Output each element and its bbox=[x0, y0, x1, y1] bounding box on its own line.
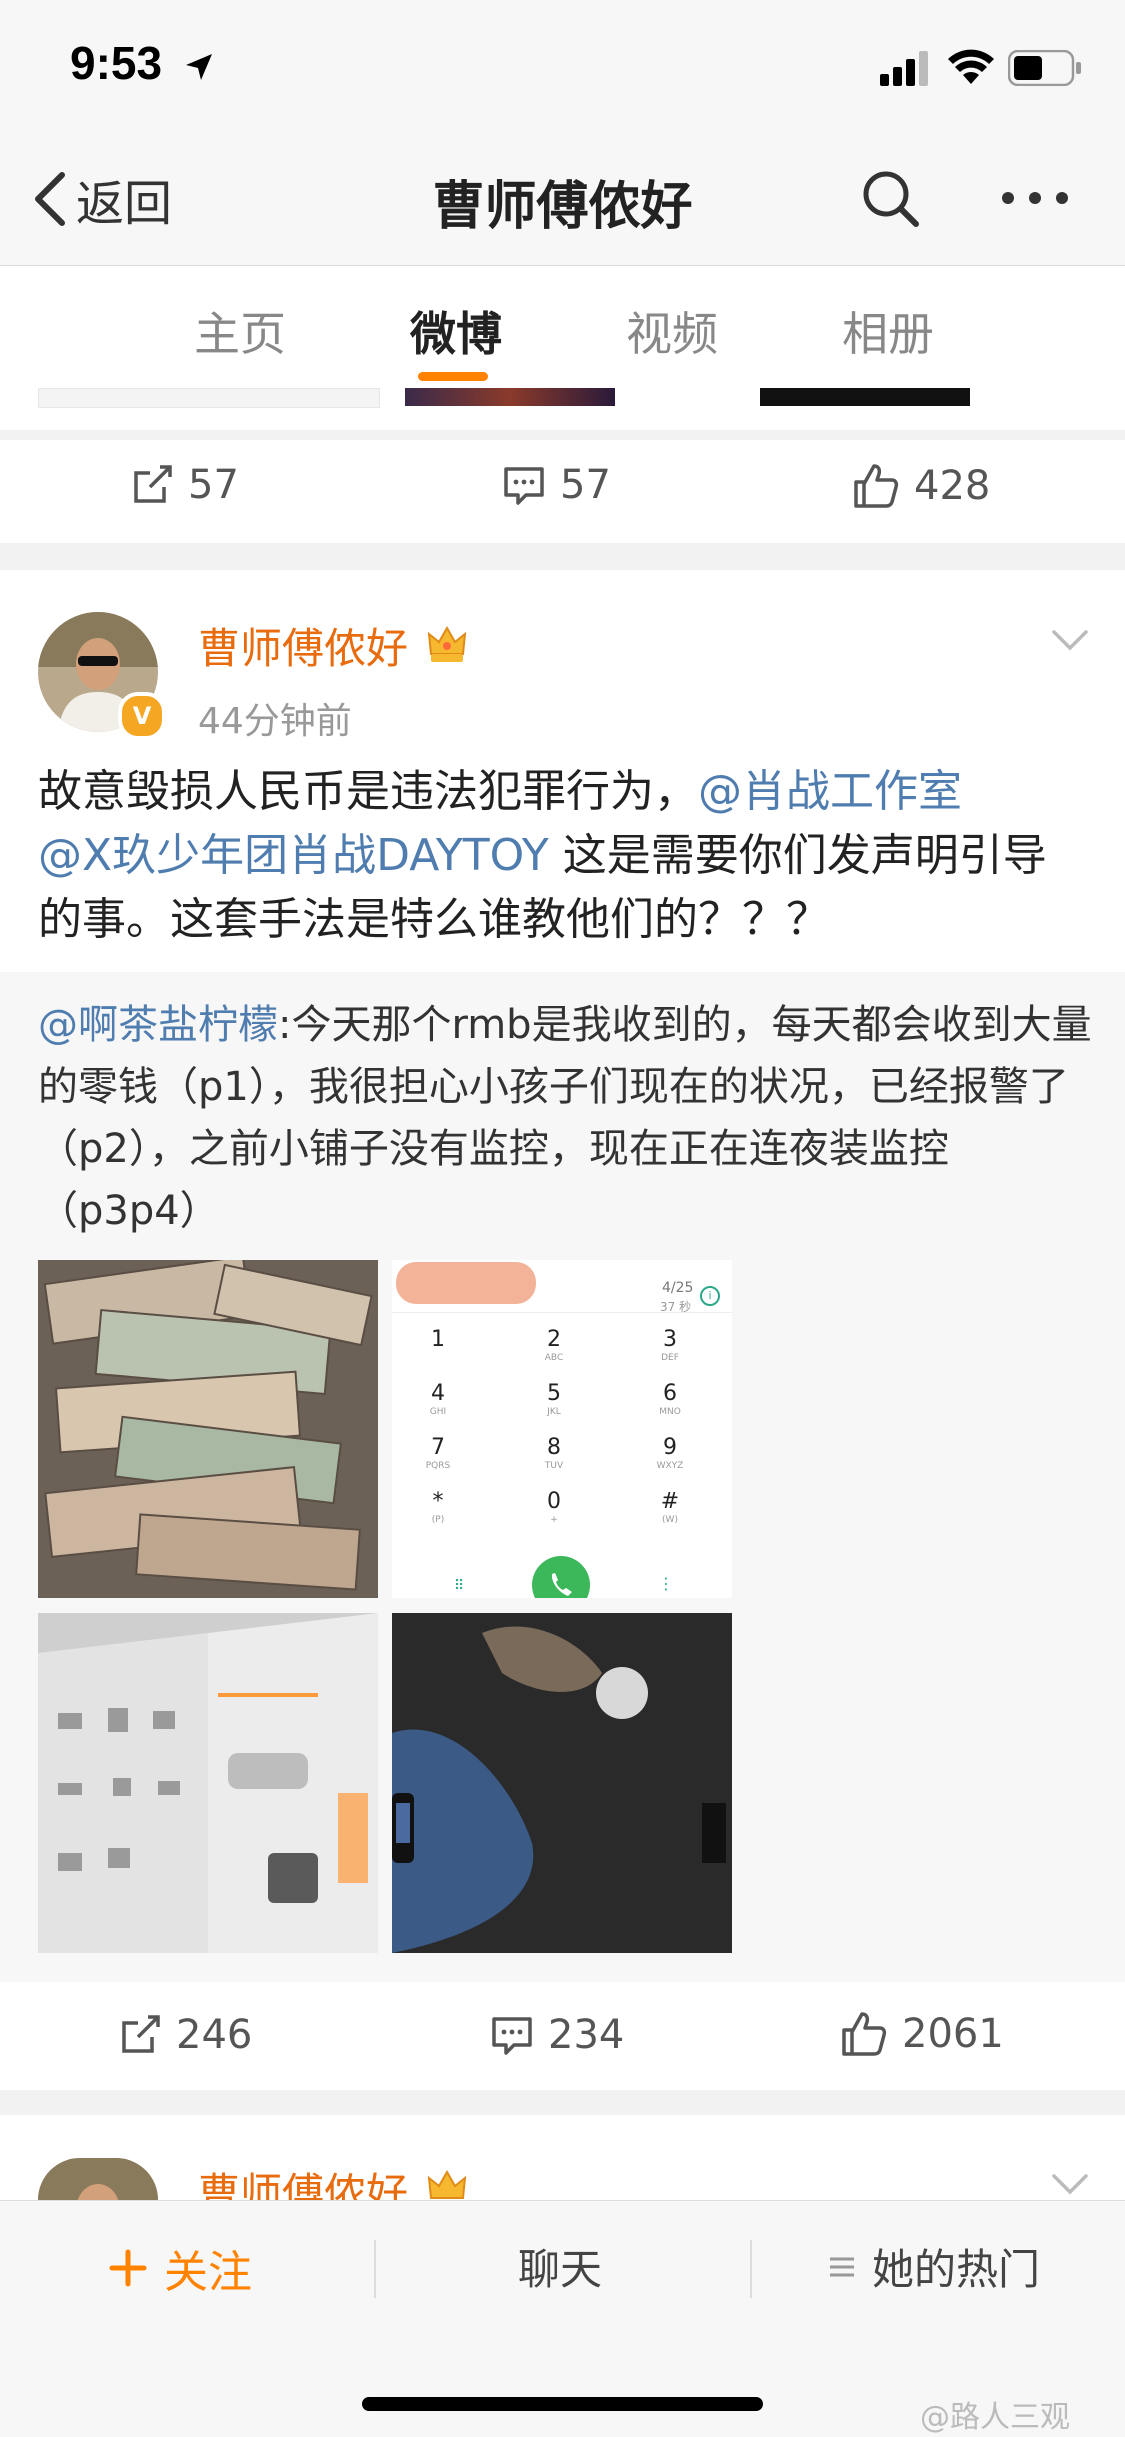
dialpad-key: 0 + bbox=[547, 1489, 561, 1526]
crown-badge-icon bbox=[427, 625, 467, 662]
share-icon bbox=[122, 2015, 160, 2053]
comment-icon bbox=[504, 467, 544, 505]
crown-badge-icon bbox=[427, 2169, 467, 2199]
repost-count: 57 bbox=[188, 462, 239, 508]
like-count: 428 bbox=[914, 463, 991, 509]
mention-link[interactable]: @啊茶盐柠檬 bbox=[38, 1002, 278, 1048]
home-indicator bbox=[362, 2397, 763, 2411]
mention-link[interactable]: @肖战工作室 bbox=[698, 766, 962, 817]
comment-count: 234 bbox=[548, 2012, 625, 2058]
hot-label: 她的热门 bbox=[872, 2245, 1041, 2294]
verified-badge: V bbox=[118, 692, 166, 740]
post-body: 故意毁损人民币是违法犯罪行为，@肖战工作室 @X玖少年团肖战DAYTOY 这是需… bbox=[38, 760, 1088, 952]
post-image-dialer[interactable]: 4/25 37 秒 i 1 2 ABC 3 DEF 4 GHI 5 JKL 6 MNO 7 PQRS 8 T… bbox=[392, 1260, 732, 1598]
previous-post-media-strip bbox=[0, 388, 1125, 430]
more-icon[interactable] bbox=[1000, 188, 1070, 208]
dialpad-key: * (P) bbox=[431, 1489, 445, 1526]
phone-icon bbox=[551, 1573, 572, 1596]
dialpad-key: # (W) bbox=[660, 1489, 680, 1526]
repost-body: @啊茶盐柠檬:今天那个rmb是我收到的，每天都会收到大量的零钱（p1），我很担心… bbox=[38, 994, 1093, 1242]
profile-tabs bbox=[0, 266, 1125, 389]
repost-count: 246 bbox=[176, 2012, 253, 2058]
info-icon: i bbox=[700, 1286, 720, 1306]
status-time: 9:53 bbox=[70, 37, 163, 89]
chevron-down-icon[interactable] bbox=[1050, 2172, 1090, 2196]
dialpad-key: 4 GHI bbox=[429, 1381, 447, 1418]
like-button[interactable]: 2061 bbox=[840, 2010, 1004, 2058]
dialpad-key: 1 bbox=[431, 1327, 445, 1352]
tab-video[interactable]: 视频 bbox=[626, 298, 718, 364]
tab-home[interactable]: 主页 bbox=[194, 298, 286, 364]
thumbs-up-icon bbox=[842, 2012, 887, 2056]
tab-weibo[interactable]: 微博 bbox=[410, 298, 502, 364]
tab-album[interactable]: 相册 bbox=[842, 298, 934, 364]
more-vertical-icon: ⋮ bbox=[658, 1574, 674, 1593]
post-author[interactable]: 曹师傅侬好 bbox=[198, 615, 408, 676]
call-button bbox=[532, 1556, 590, 1598]
back-label: 返回 bbox=[76, 176, 173, 232]
dialpad-grid-icon: ⠿ bbox=[454, 1578, 465, 1594]
comment-button[interactable]: 234 bbox=[490, 2012, 624, 2058]
dialpad-key: 9 WXYZ bbox=[656, 1435, 684, 1472]
watermark: @路人三观 bbox=[920, 2400, 1070, 2435]
list-icon bbox=[830, 2257, 854, 2276]
like-button[interactable]: 428 bbox=[852, 462, 990, 510]
post-image-manual[interactable] bbox=[38, 1613, 378, 1953]
post-text-1: 故意毁损人民币是违法犯罪行为， bbox=[38, 766, 698, 817]
chevron-down-icon[interactable] bbox=[1050, 628, 1090, 652]
dialpad-key: 5 JKL bbox=[547, 1381, 561, 1418]
back-button[interactable]: 返回 bbox=[30, 164, 172, 234]
mention-link[interactable]: @X玖少年团肖战DAYTOY bbox=[38, 830, 549, 881]
active-tab-indicator bbox=[418, 372, 488, 381]
dialpad-key: 3 DEF bbox=[661, 1327, 679, 1364]
next-post-card bbox=[0, 2115, 1125, 2205]
dialpad-key: 6 MNO bbox=[659, 1381, 681, 1418]
dialpad-key: 2 ABC bbox=[544, 1327, 564, 1364]
post-time: 44分钟前 bbox=[198, 701, 352, 742]
comment-count: 57 bbox=[560, 462, 611, 508]
chevron-left-icon bbox=[35, 172, 65, 226]
call-date: 4/25 bbox=[662, 1280, 694, 1296]
follow-button[interactable]: 关注 bbox=[108, 2236, 252, 2300]
dialpad: 1 2 ABC 3 DEF 4 GHI 5 JKL 6 MNO 7 PQRS 8 TUV 9 WXYZ * (P) 0… bbox=[392, 1328, 732, 1538]
repost-button[interactable]: 246 bbox=[118, 2012, 252, 2058]
plus-icon bbox=[109, 2249, 147, 2287]
thumbs-up-icon bbox=[854, 464, 899, 508]
follow-label: 关注 bbox=[164, 2247, 252, 2298]
dialpad-key: 7 PQRS bbox=[425, 1435, 451, 1472]
location-arrow-icon bbox=[186, 54, 212, 80]
repost-button[interactable]: 57 bbox=[130, 462, 239, 508]
cellular-signal-icon bbox=[880, 51, 928, 86]
divider bbox=[750, 2240, 752, 2298]
divider bbox=[374, 2240, 376, 2298]
search-icon[interactable] bbox=[860, 168, 922, 230]
battery-icon bbox=[1008, 50, 1081, 86]
share-icon bbox=[134, 465, 172, 503]
redacted-number bbox=[396, 1262, 536, 1304]
like-count: 2061 bbox=[902, 2011, 1004, 2057]
comment-button[interactable]: 57 bbox=[502, 462, 611, 508]
hot-posts-button[interactable]: 她的热门 bbox=[828, 2236, 1040, 2297]
dialpad-key: 8 TUV bbox=[544, 1435, 564, 1472]
post-image-installing[interactable] bbox=[392, 1613, 732, 1953]
post-image-cash[interactable] bbox=[38, 1260, 378, 1598]
post-author[interactable]: 曹师傅侬好 bbox=[198, 2160, 408, 2200]
comment-icon bbox=[492, 2017, 532, 2055]
chat-button[interactable]: 聊天 bbox=[518, 2236, 602, 2297]
wifi-icon bbox=[948, 49, 994, 84]
